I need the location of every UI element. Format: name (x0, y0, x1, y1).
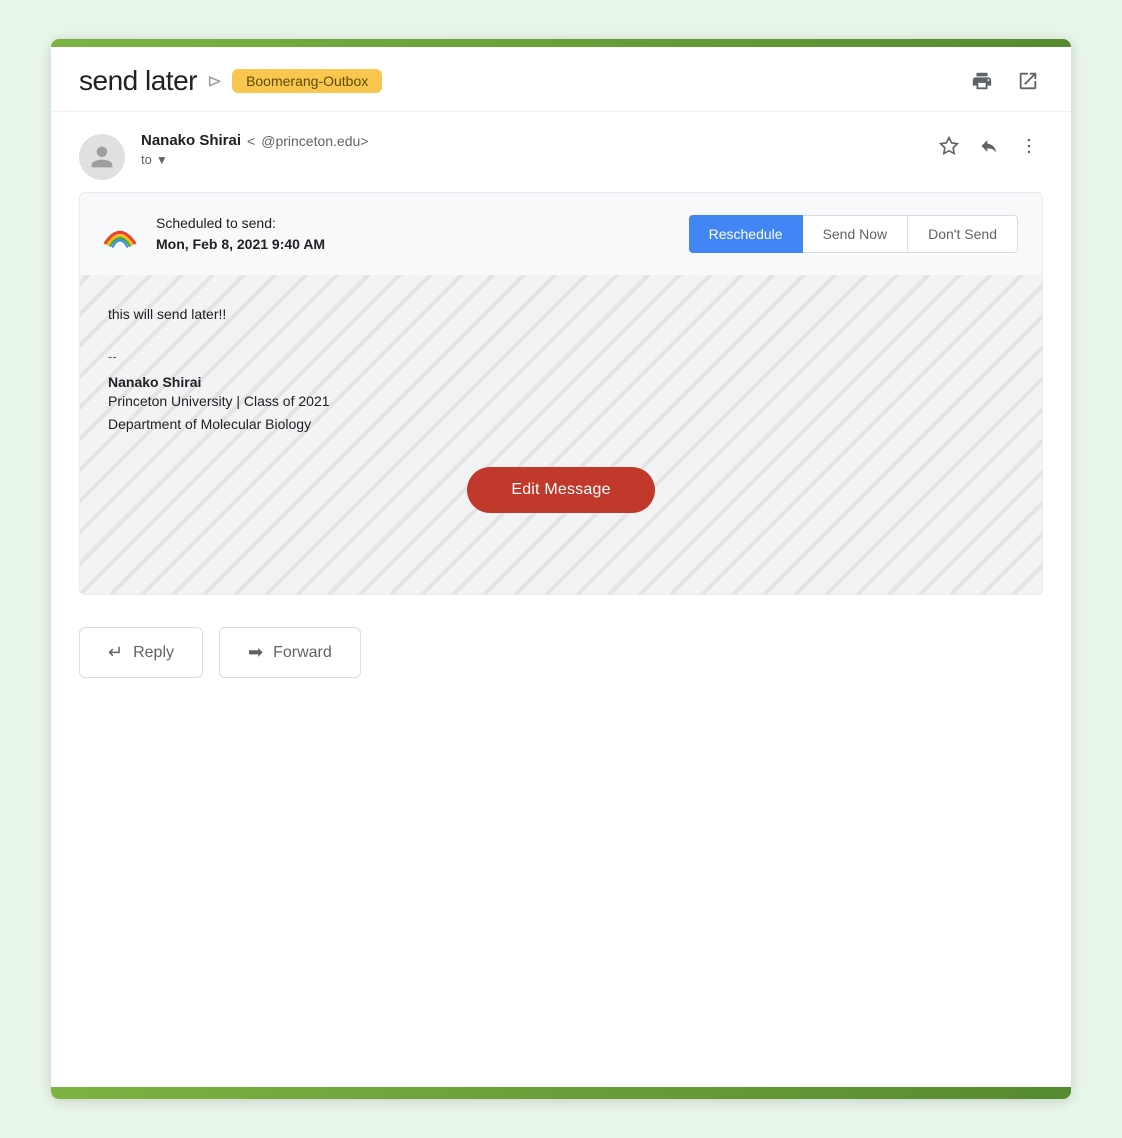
reply-button[interactable]: ↵ Reply (79, 627, 203, 678)
reply-btn-icon: ↵ (108, 642, 123, 663)
more-vert-icon (1019, 136, 1039, 156)
star-button[interactable] (935, 132, 963, 160)
email-card: send later ⊳ Boomerang-Outbox (51, 39, 1071, 1099)
sender-email: @princeton.edu> (261, 133, 368, 149)
sender-row: Nanako Shirai < @princeton.edu> to ▼ (51, 112, 1071, 192)
star-icon (939, 136, 959, 156)
print-icon (971, 70, 993, 92)
forward-btn-label: Forward (273, 644, 332, 662)
dont-send-button[interactable]: Don't Send (908, 215, 1018, 253)
sender-info: Nanako Shirai < @princeton.edu> to ▼ (141, 132, 935, 167)
email-content: this will send later!! -- Nanako Shirai … (108, 303, 1014, 513)
forward-btn-icon: ➡ (248, 642, 263, 663)
sender-email-prefix: < (247, 133, 255, 149)
sender-name: Nanako Shirai (141, 132, 241, 149)
sender-actions (935, 132, 1043, 160)
email-divider: -- (108, 349, 1014, 364)
reply-header-button[interactable] (975, 132, 1003, 160)
boomerang-outbox-badge: Boomerang-Outbox (232, 69, 382, 93)
sender-to-row: to ▼ (141, 152, 935, 167)
header-icons (967, 66, 1043, 96)
scheduled-label: Scheduled to (156, 215, 238, 231)
header-row: send later ⊳ Boomerang-Outbox (51, 47, 1071, 112)
email-message: this will send later!! (108, 303, 1014, 325)
banner-buttons: Reschedule Send Now Don't Send (689, 215, 1018, 253)
boomerang-banner: Scheduled to send: Mon, Feb 8, 2021 9:40… (79, 192, 1043, 275)
sender-name-row: Nanako Shirai < @princeton.edu> (141, 132, 935, 149)
send-label: send: (242, 215, 276, 231)
top-bar (51, 39, 1071, 47)
open-in-new-button[interactable] (1013, 66, 1043, 96)
scheduled-time: Mon, Feb 8, 2021 9:40 AM (156, 236, 325, 252)
avatar-person-icon (89, 144, 115, 170)
avatar (79, 134, 125, 180)
email-sig-name: Nanako Shirai (108, 374, 1014, 390)
email-sig-line1: Princeton University | Class of 2021 (108, 390, 1014, 412)
bottom-bar (51, 1087, 1071, 1099)
page-title: send later (79, 65, 197, 97)
chevron-down-icon[interactable]: ▼ (156, 153, 168, 167)
reply-icon (979, 136, 999, 156)
email-body: this will send later!! -- Nanako Shirai … (79, 275, 1043, 595)
reply-btn-label: Reply (133, 644, 174, 662)
more-options-button[interactable] (1015, 132, 1043, 160)
to-label: to (141, 152, 152, 167)
open-in-new-icon (1017, 70, 1039, 92)
scheduled-text: Scheduled to send: Mon, Feb 8, 2021 9:40… (156, 213, 325, 255)
boomerang-logo-icon (104, 220, 136, 248)
header-arrow-icon: ⊳ (207, 71, 222, 92)
reply-row: ↵ Reply ➡ Forward (51, 595, 1071, 718)
edit-message-btn-wrap: Edit Message (108, 467, 1014, 513)
reschedule-button[interactable]: Reschedule (689, 215, 803, 253)
forward-button[interactable]: ➡ Forward (219, 627, 361, 678)
edit-message-button[interactable]: Edit Message (467, 467, 654, 513)
send-now-button[interactable]: Send Now (803, 215, 909, 253)
email-sig-line2: Department of Molecular Biology (108, 413, 1014, 435)
print-button[interactable] (967, 66, 997, 96)
